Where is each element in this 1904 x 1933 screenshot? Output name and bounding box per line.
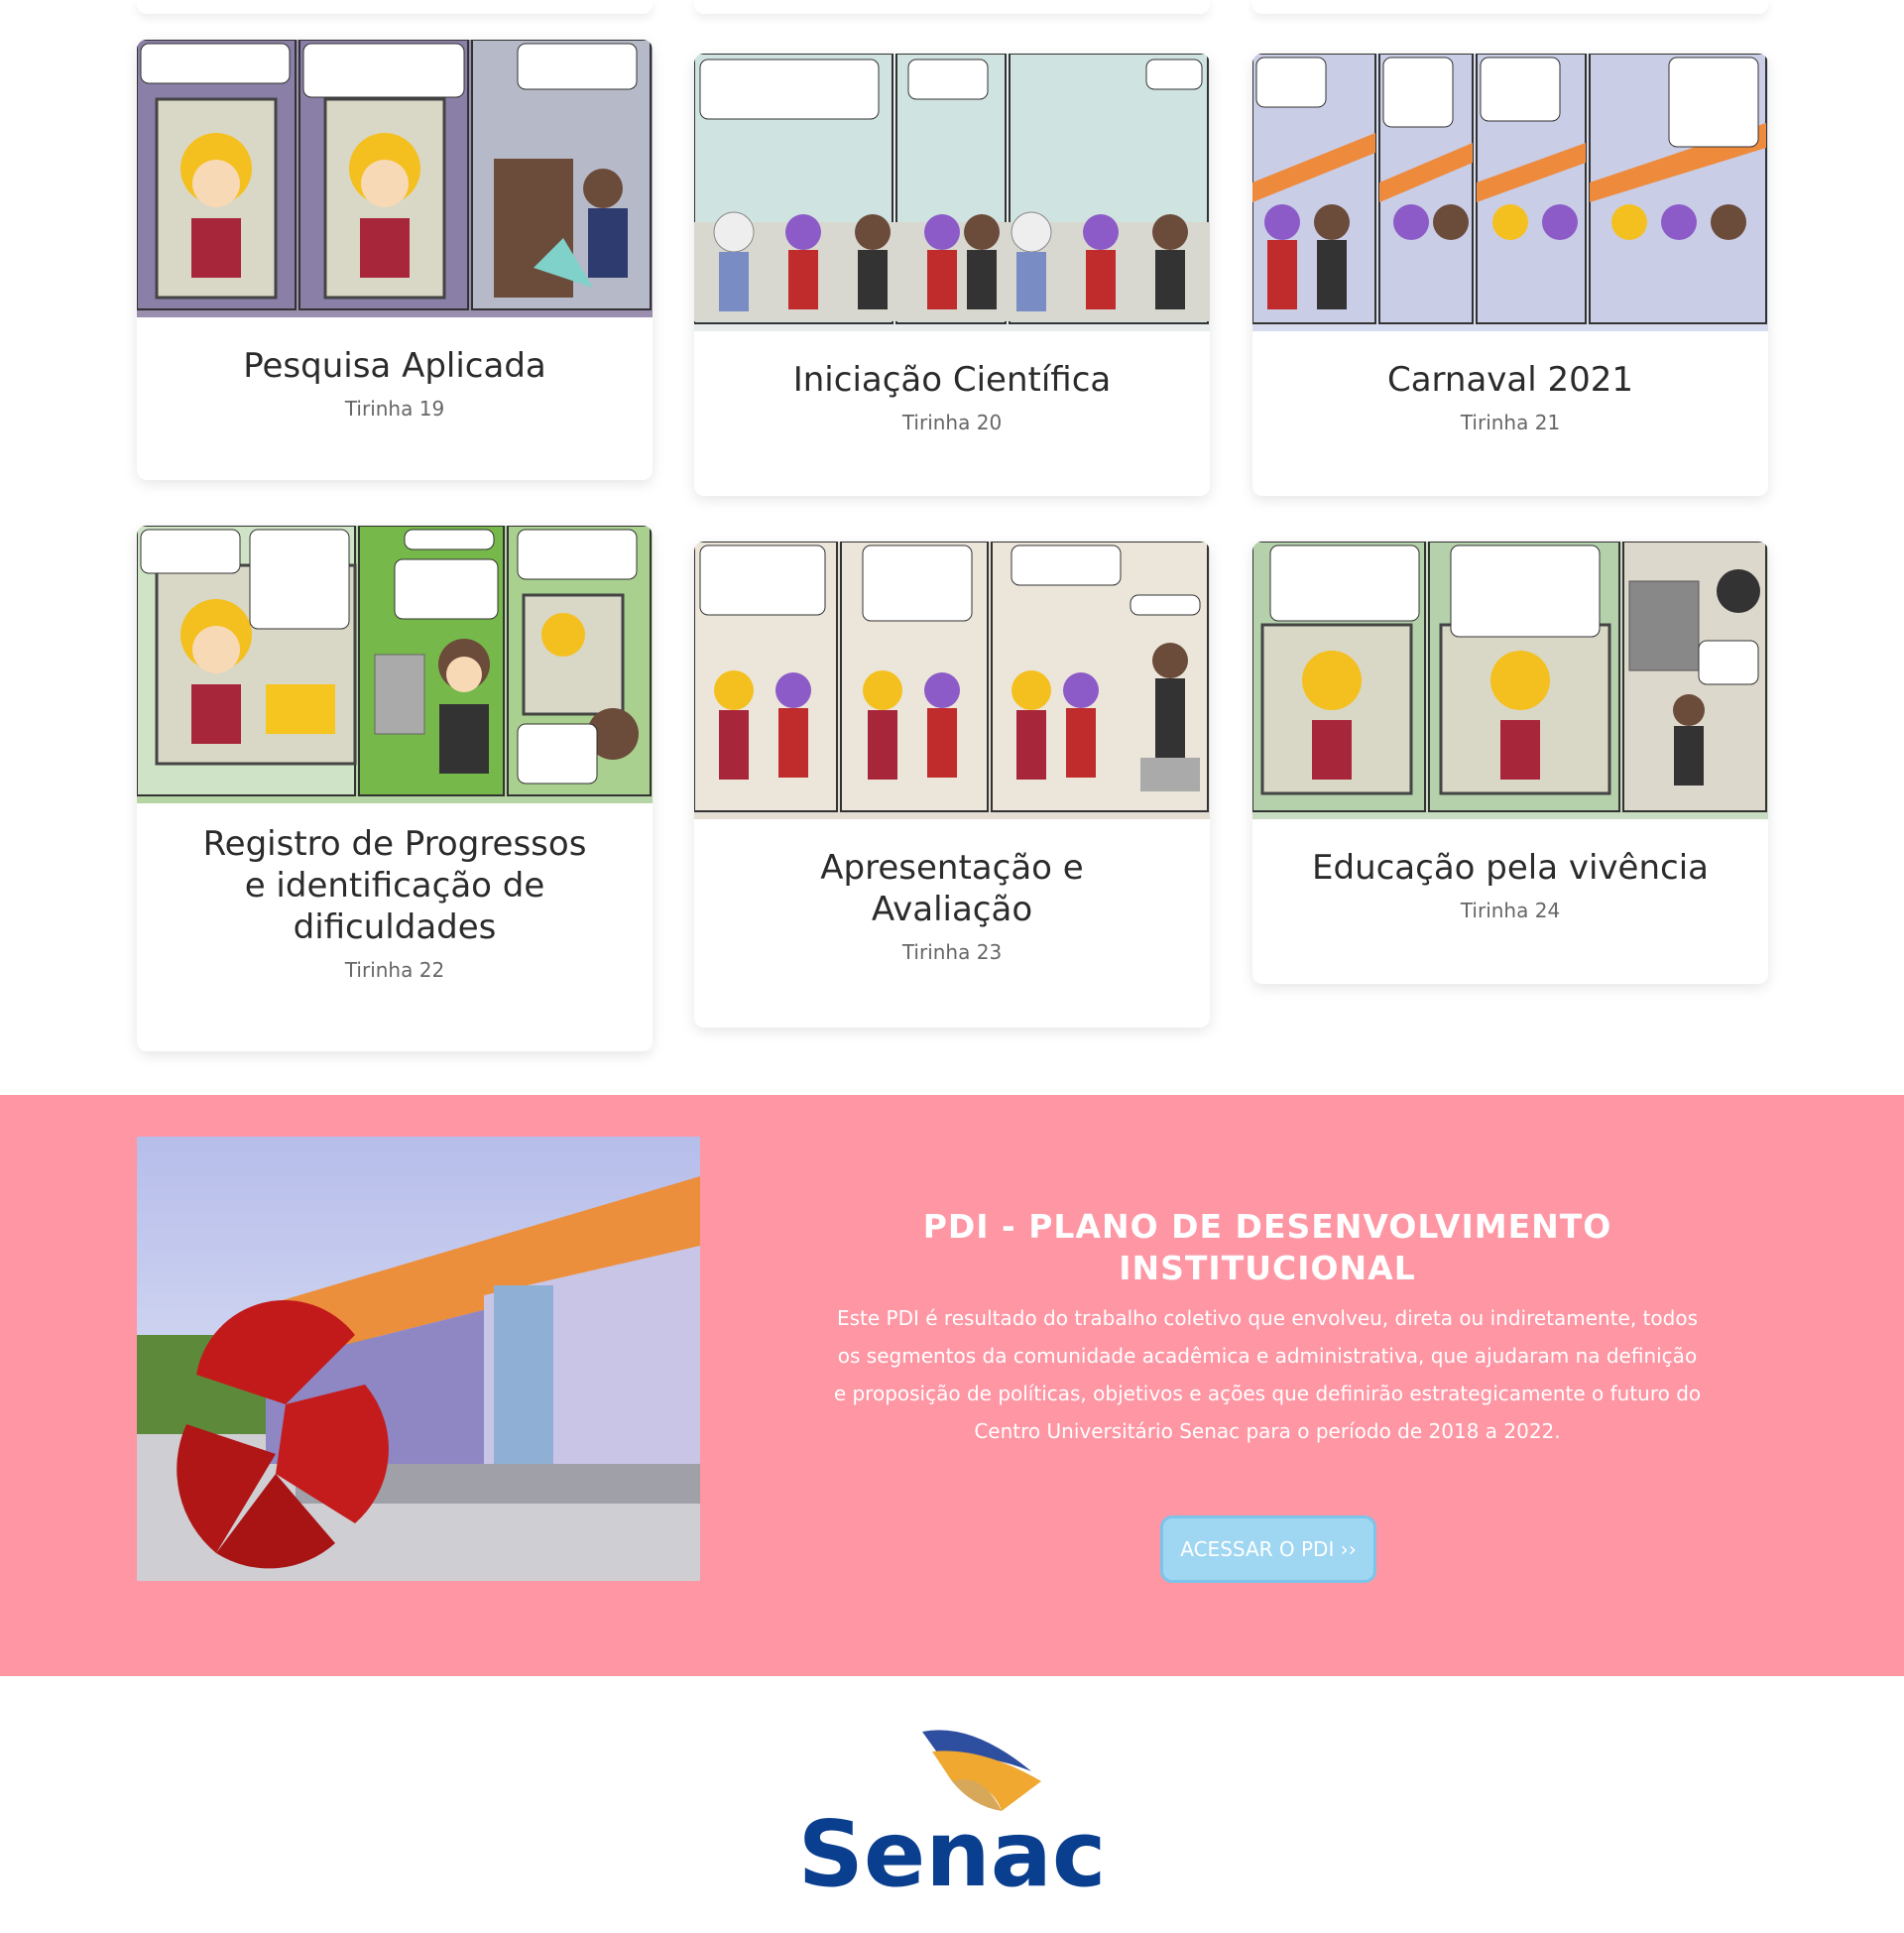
campus-illustration (137, 1137, 700, 1581)
card-subtitle: Tirinha 19 (344, 397, 445, 421)
card-title[interactable]: Pesquisa Aplicada (157, 345, 633, 387)
previous-row-cards (0, 0, 1904, 16)
card-subtitle: Tirinha 21 (1460, 411, 1561, 434)
card-title-line[interactable]: Avaliação (714, 889, 1190, 930)
comic-card-19[interactable]: Pesquisa Aplicada Tirinha 19 (137, 40, 653, 480)
card-title[interactable]: Carnaval 2021 (1272, 359, 1748, 401)
card-stub (137, 0, 653, 14)
pdi-title-line: PDI - PLANO DE DESENVOLVIMENTO (922, 1207, 1612, 1246)
access-pdi-button[interactable]: ACESSAR O PDI ›› (1160, 1515, 1376, 1583)
pdi-section: PDI - PLANO DE DESENVOLVIMENTO INSTITUCI… (0, 1095, 1904, 1676)
comic-card-23[interactable]: Apresentação e Avaliação Tirinha 23 (694, 542, 1210, 1027)
senac-logo-image: Senac (798, 1730, 1106, 1907)
comic-card-22[interactable]: Registro de Progressos e identificação d… (137, 526, 653, 1051)
comic-strip-image[interactable] (1252, 542, 1768, 819)
card-title[interactable]: Iniciação Científica (714, 359, 1190, 401)
card-title-line[interactable]: Apresentação e (714, 847, 1190, 889)
pdi-text-block: PDI - PLANO DE DESENVOLVIMENTO INSTITUCI… (831, 1206, 1704, 1450)
pdi-description: Este PDI é resultado do trabalho coletiv… (833, 1306, 1702, 1443)
pdi-title-line: INSTITUCIONAL (1119, 1249, 1416, 1287)
comic-strip-image[interactable] (137, 526, 653, 803)
card-stub (694, 0, 1210, 14)
card-subtitle: Tirinha 20 (901, 411, 1003, 434)
comic-card-24[interactable]: Educação pela vivência Tirinha 24 (1252, 542, 1768, 984)
card-stub (1252, 0, 1768, 14)
comic-strip-image[interactable] (1252, 54, 1768, 331)
card-subtitle: Tirinha 22 (344, 958, 445, 982)
card-subtitle: Tirinha 23 (901, 940, 1003, 964)
logo-wordmark: Senac (803, 1801, 1101, 1900)
card-title-line[interactable]: e identificação de (157, 865, 633, 906)
comic-card-21[interactable]: Carnaval 2021 Tirinha 21 (1252, 54, 1768, 496)
comic-strip-image[interactable] (694, 54, 1210, 331)
comic-card-20[interactable]: Iniciação Científica Tirinha 20 (694, 54, 1210, 496)
card-title-line[interactable]: Registro de Progressos (157, 823, 633, 865)
comic-strip-image[interactable] (137, 40, 653, 317)
comic-strip-image[interactable] (694, 542, 1210, 819)
card-title-line[interactable]: dificuldades (157, 906, 633, 948)
card-title[interactable]: Educação pela vivência (1272, 847, 1748, 889)
card-subtitle: Tirinha 24 (1460, 899, 1561, 922)
senac-logo[interactable]: Senac (798, 1712, 1106, 1907)
